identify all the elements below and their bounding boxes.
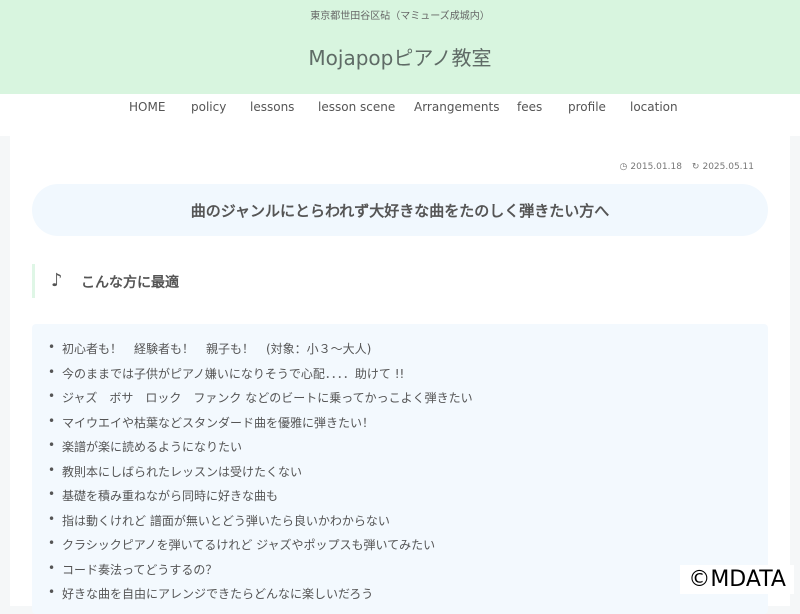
list-item: ジャズ ボサ ロック ファンク などのビートに乗ってかっこよく弾きたい bbox=[48, 389, 473, 414]
history-icon: ↻ bbox=[691, 162, 700, 172]
main-nav: HOME policy lessons lesson scene Arrange… bbox=[0, 94, 800, 136]
list-item: コード奏法ってどうするの？ bbox=[48, 561, 473, 586]
nav-fees[interactable]: fees bbox=[517, 100, 542, 114]
updated-date: ↻ 2025.05.11 bbox=[691, 162, 754, 172]
post-meta: ◷ 2015.01.18 ↻ 2025.05.11 bbox=[620, 162, 754, 172]
list-item: 楽譜が楽に読めるようになりたい bbox=[48, 438, 473, 463]
site-title[interactable]: Mojapopピアノ教室 bbox=[0, 42, 800, 71]
section-title: こんな方に最適 bbox=[81, 275, 179, 291]
recommendation-list: 初心者も！ 経験者も！ 親子も！ (対象：小３～大人) 今のままでは子供がピアノ… bbox=[48, 340, 473, 610]
published-date: ◷ 2015.01.18 bbox=[619, 162, 682, 172]
list-item: 基礎を積み重ねながら同時に好きな曲も bbox=[48, 487, 473, 512]
nav-lesson-scene[interactable]: lesson scene bbox=[318, 100, 395, 114]
nav-location[interactable]: location bbox=[630, 100, 678, 114]
list-item: 教則本にしばられたレッスンは受けたくない bbox=[48, 463, 473, 488]
nav-home[interactable]: HOME bbox=[129, 100, 165, 114]
site-tagline: 東京都世田谷区砧（マミューズ成城内） bbox=[310, 11, 490, 22]
list-item: 今のままでは子供がピアノ嫌いになりそうで心配．．．．助けて !! bbox=[48, 365, 473, 390]
list-item: 初心者も！ 経験者も！ 親子も！ (対象：小３～大人) bbox=[48, 340, 473, 365]
article-title-box: 曲のジャンルにとらわれず大好きな曲をたのしく弾きたい方へ bbox=[32, 184, 768, 236]
watermark: ©MDATA bbox=[680, 565, 794, 594]
list-item: 指は動くけれど 譜面が無いとどう弾いたら良いかわからない bbox=[48, 512, 473, 537]
clock-icon: ◷ bbox=[619, 162, 628, 172]
section-heading: ♪ こんな方に最適 bbox=[32, 264, 771, 298]
nav-policy[interactable]: policy bbox=[191, 100, 226, 114]
recommendation-list-box: 初心者も！ 経験者も！ 親子も！ (対象：小３～大人) 今のままでは子供がピアノ… bbox=[32, 324, 768, 614]
site-header: 東京都世田谷区砧（マミューズ成城内） Mojapopピアノ教室 bbox=[0, 0, 800, 94]
nav-arrangements[interactable]: Arrangements bbox=[414, 100, 499, 114]
nav-profile[interactable]: profile bbox=[568, 100, 606, 114]
list-item: クラシックピアノを弾いてるけれど ジャズやポップスも弾いてみたい bbox=[48, 536, 473, 561]
article-title: 曲のジャンルにとらわれず大好きな曲をたのしく弾きたい方へ bbox=[190, 202, 610, 220]
list-item: 好きな曲を自由にアレンジできたらどんなに楽しいだろう bbox=[48, 585, 473, 610]
music-note-icon: ♪ bbox=[51, 270, 63, 291]
nav-lessons[interactable]: lessons bbox=[250, 100, 294, 114]
article-card: ◷ 2015.01.18 ↻ 2025.05.11 曲のジャンルにとらわれず大好きな… bbox=[10, 136, 790, 614]
list-item: マイウエイや枯葉などスタンダード曲を優雅に弾きたい！ bbox=[48, 414, 473, 439]
